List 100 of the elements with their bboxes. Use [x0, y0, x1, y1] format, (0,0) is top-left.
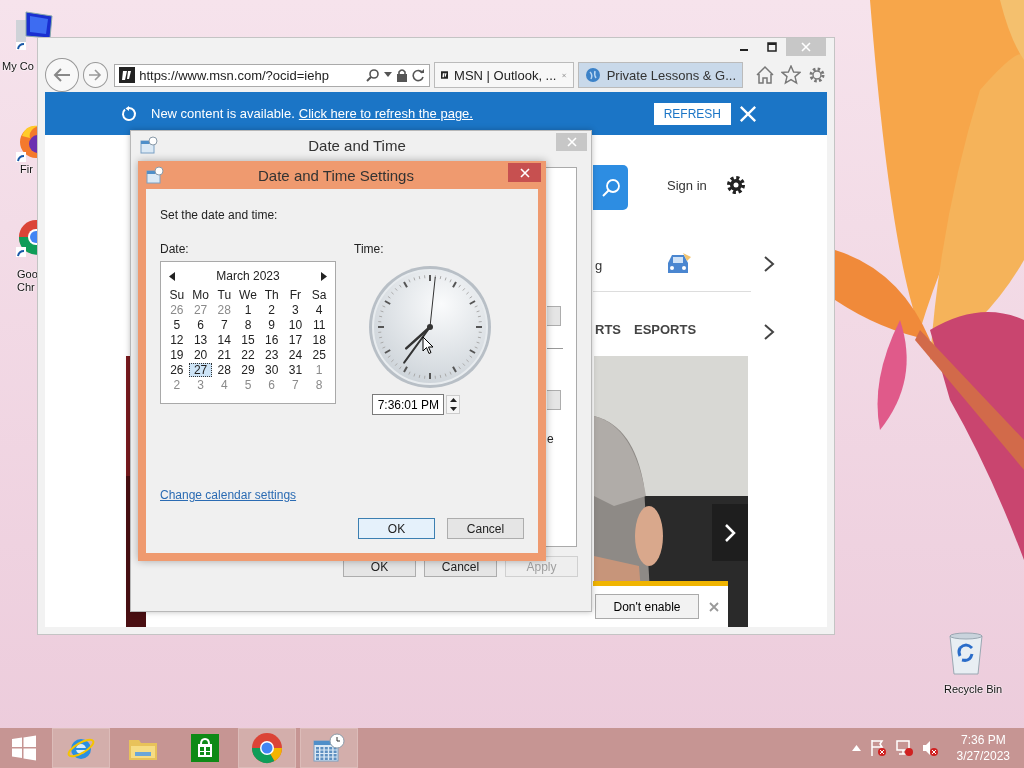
- calendar-day[interactable]: 29: [236, 363, 260, 377]
- calendar-day[interactable]: 1: [236, 303, 260, 317]
- calendar-day[interactable]: 6: [188, 318, 213, 332]
- next-month-icon[interactable]: [321, 271, 327, 281]
- calendar-day[interactable]: 9: [259, 318, 284, 332]
- dont-enable-button[interactable]: Don't enable: [595, 594, 699, 619]
- search-button[interactable]: [593, 165, 628, 210]
- field-label: Date:: [160, 242, 190, 256]
- calendar-day[interactable]: 3: [188, 378, 213, 392]
- calendar-day[interactable]: 12: [165, 333, 189, 347]
- calendar-day[interactable]: 16: [259, 333, 284, 347]
- down-arrow-icon: [449, 406, 457, 411]
- network-icon[interactable]: [894, 739, 913, 757]
- search-icon[interactable]: [365, 68, 380, 82]
- icon-label: My Co: [2, 60, 34, 73]
- star-icon[interactable]: [781, 65, 801, 85]
- maximize-icon: [767, 42, 777, 52]
- icon-label: Goo: [17, 268, 38, 281]
- calendar-day[interactable]: 28: [212, 363, 237, 377]
- calendar-day[interactable]: 18: [307, 333, 331, 347]
- settings-icon[interactable]: [725, 174, 747, 196]
- calendar-day[interactable]: 4: [307, 303, 331, 317]
- dialog-button[interactable]: Cancel: [447, 518, 524, 539]
- calendar-settings-link[interactable]: Change calendar settings: [160, 488, 297, 502]
- calendar-day[interactable]: 25: [307, 348, 331, 362]
- close-icon[interactable]: [709, 602, 719, 612]
- chevron-right-icon[interactable]: [763, 255, 775, 273]
- calendar-day[interactable]: 11: [307, 318, 331, 332]
- calendar-day[interactable]: 2: [259, 303, 284, 317]
- icon-label: Chr: [17, 281, 35, 294]
- cut-text: e: [547, 432, 554, 446]
- calendar-day[interactable]: 14: [212, 333, 237, 347]
- calendar-day[interactable]: 3: [283, 303, 308, 317]
- refresh-button[interactable]: REFRESH: [653, 102, 731, 125]
- site-icon: [119, 67, 136, 83]
- lock-icon[interactable]: [395, 68, 408, 82]
- weekday-label: Su: [168, 288, 186, 302]
- previous-month-icon[interactable]: [169, 271, 175, 281]
- close-button[interactable]: [508, 163, 541, 182]
- taskbar-app[interactable]: [238, 728, 296, 768]
- dropdown-icon[interactable]: [383, 72, 392, 78]
- taskbar-app[interactable]: [300, 728, 358, 768]
- chevron-right-icon[interactable]: [763, 323, 775, 341]
- calendar-day[interactable]: 22: [236, 348, 260, 362]
- month-title[interactable]: March 2023: [216, 269, 280, 283]
- forward-button[interactable]: [82, 62, 109, 88]
- calendar-day[interactable]: 27: [188, 363, 213, 377]
- calendar-day[interactable]: 31: [283, 363, 308, 377]
- home-icon[interactable]: [755, 65, 775, 85]
- notification-text: New content is available.: [151, 106, 295, 121]
- calendar-day[interactable]: 8: [236, 318, 260, 332]
- store-icon: [190, 733, 220, 763]
- calendar-day[interactable]: 23: [259, 348, 284, 362]
- globe-icon: [584, 67, 601, 83]
- calendar-day[interactable]: 20: [188, 348, 213, 362]
- minimize-icon: [740, 49, 748, 51]
- show-hidden-icons-icon[interactable]: [851, 745, 861, 751]
- time-spinner[interactable]: [446, 395, 460, 414]
- calendar-clock-icon: [146, 166, 164, 184]
- calendar-day[interactable]: 19: [165, 348, 189, 362]
- calendar-day[interactable]: 24: [283, 348, 308, 362]
- calendar-day[interactable]: 6: [259, 378, 284, 392]
- refresh-link[interactable]: Click here to refresh the page.: [298, 106, 473, 121]
- calendar-day[interactable]: 26: [165, 363, 189, 377]
- forward-arrow-icon: [88, 69, 103, 81]
- weekday-label: Th: [263, 288, 280, 302]
- sign-in-link[interactable]: Sign in: [667, 178, 707, 193]
- browser-tab[interactable]: Private Lessons & G...: [577, 62, 743, 88]
- calendar-day[interactable]: 4: [212, 378, 237, 392]
- next-slide-button[interactable]: [712, 504, 748, 561]
- calendar[interactable]: March 2023 Su Mo Tu We Th Fr Sa 26 27 28 1 2 3 4 5 6 7 8 9 10 11 12 13 14 15 16 17 18 19 20 21 22 23 24 25 26 27 28 29 30 31 1 2 3 4 5 6 7 8: [160, 261, 336, 404]
- category-tab[interactable]: ESPORTS: [634, 322, 697, 337]
- calendar-day[interactable]: 10: [283, 318, 308, 332]
- flag-icon[interactable]: [868, 739, 887, 757]
- calendar-day[interactable]: 8: [307, 378, 331, 392]
- calendar-clock-icon: [312, 733, 346, 763]
- calendar-day[interactable]: 28: [212, 303, 237, 317]
- calendar-day[interactable]: 5: [165, 318, 189, 332]
- browser-tab[interactable]: MSN | Outlook, ...: [433, 62, 574, 88]
- category-tab[interactable]: RTS: [595, 322, 621, 337]
- calendar-day[interactable]: 13: [188, 333, 213, 347]
- address-bar[interactable]: https://www.msn.com/?ocid=iehp: [114, 63, 430, 87]
- calendar-day[interactable]: 2: [165, 378, 189, 392]
- dialog-button[interactable]: OK: [358, 518, 435, 539]
- calendar-day[interactable]: 1: [307, 363, 331, 377]
- calendar-day[interactable]: 21: [212, 348, 237, 362]
- weekday-label: Tu: [216, 288, 233, 302]
- back-button[interactable]: [45, 58, 79, 92]
- refresh-icon[interactable]: [411, 68, 425, 82]
- calendar-day[interactable]: 26: [165, 303, 189, 317]
- window-title: Date and Time: [307, 136, 407, 154]
- calendar-day[interactable]: 27: [188, 303, 213, 317]
- field-label: Time:: [354, 242, 385, 256]
- calendar-day[interactable]: 30: [259, 363, 284, 377]
- calendar-day[interactable]: 7: [212, 318, 237, 332]
- time-field[interactable]: 7:36:01 PM: [372, 394, 444, 415]
- cut-text: g: [595, 258, 603, 273]
- calendar-day[interactable]: 15: [236, 333, 260, 347]
- calendar-day[interactable]: 17: [283, 333, 308, 347]
- speaker-icon[interactable]: [920, 739, 939, 757]
